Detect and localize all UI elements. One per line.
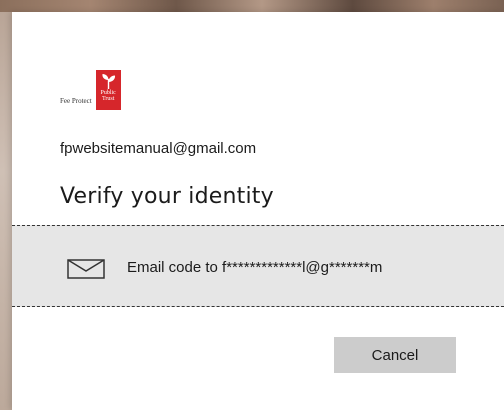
background-photo-strip xyxy=(0,0,504,12)
email-code-option[interactable]: Email code to f*************l@g*******m xyxy=(12,225,504,307)
verify-identity-dialog: Fee Protect Public Trust fpwebsitemanual… xyxy=(12,12,504,410)
email-code-option-label: Email code to f*************l@g*******m xyxy=(127,259,383,276)
cancel-button[interactable]: Cancel xyxy=(334,337,456,373)
background-photo-edge xyxy=(0,12,12,410)
brand-tagline: Fee Protect xyxy=(60,97,92,105)
public-trust-logo: Public Trust xyxy=(95,70,121,110)
page-title: Verify your identity xyxy=(60,184,274,209)
brand-logo-group: Fee Protect Public Trust xyxy=(60,60,121,116)
envelope-icon xyxy=(67,259,105,279)
sprout-icon xyxy=(102,74,115,89)
logo-text: Public Trust xyxy=(96,90,121,102)
logo-line-trust: Trust xyxy=(101,96,115,102)
account-email: fpwebsitemanual@gmail.com xyxy=(60,140,257,157)
